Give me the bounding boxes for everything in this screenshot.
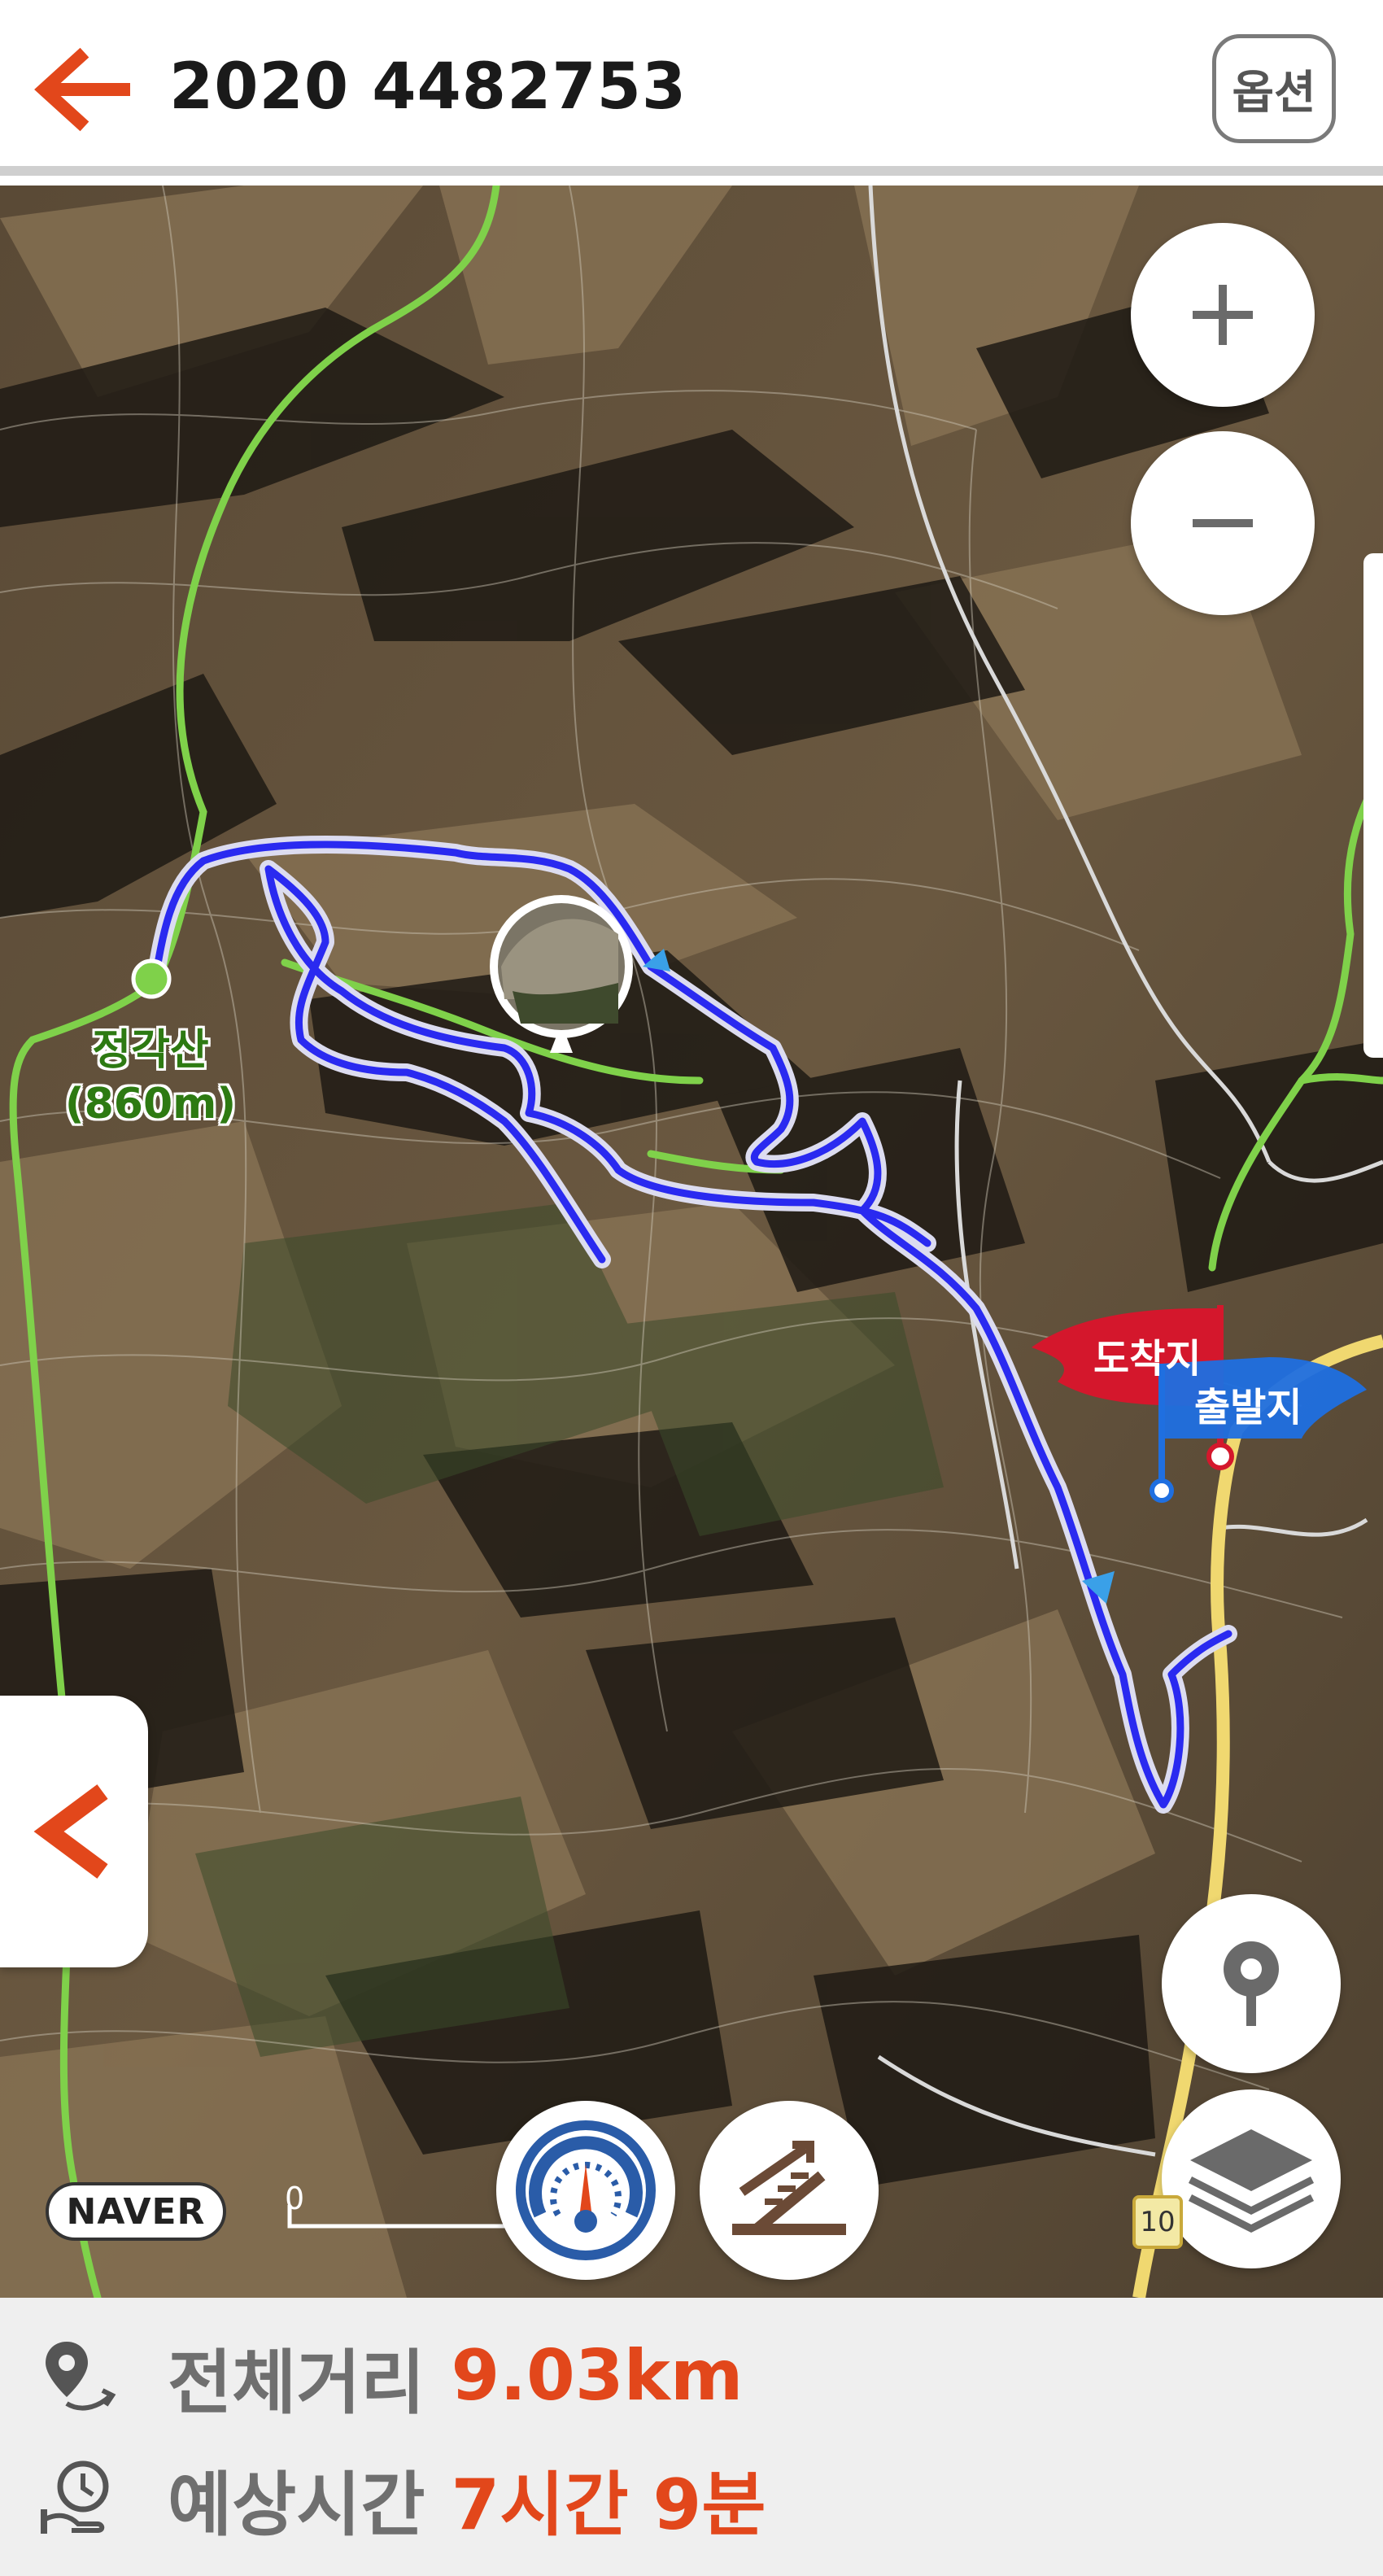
app-header: 2020 4482753 옵션 — [0, 0, 1383, 176]
slope-button[interactable] — [700, 2101, 879, 2280]
chevron-left-icon — [33, 1784, 108, 1879]
speed-button[interactable] — [496, 2101, 675, 2280]
naver-logo: NAVER — [46, 2182, 226, 2241]
speedometer-icon — [516, 2120, 656, 2260]
layers-icon — [1188, 2129, 1315, 2233]
right-panel-handle[interactable] — [1363, 553, 1383, 1058]
peak-elevation: (860m) — [64, 1080, 237, 1129]
track-title: 2020 4482753 — [169, 50, 687, 124]
time-label: 예상시간 — [168, 2464, 425, 2546]
back-button[interactable] — [23, 42, 137, 137]
distance-label: 전체거리 — [168, 2342, 425, 2424]
map-layers-button[interactable] — [1162, 2089, 1341, 2268]
distance-row: 전체거리 9.03km — [39, 2327, 743, 2425]
minus-icon — [1193, 519, 1253, 527]
zoom-out-button[interactable] — [1131, 431, 1315, 615]
back-arrow-icon — [34, 47, 130, 132]
map-view[interactable]: 도착지 출발지 정각산 (860m) NAVER 0 10 — [0, 186, 1383, 2298]
route-distance-icon — [46, 2342, 116, 2411]
scale-label: 0 — [285, 2181, 305, 2216]
options-button[interactable]: 옵션 — [1212, 34, 1336, 143]
distance-value: 9.03km — [451, 2335, 744, 2417]
side-panel-toggle[interactable] — [0, 1696, 148, 1967]
peak-name: 정각산 — [92, 1026, 209, 1075]
estimated-time-icon — [41, 2460, 109, 2534]
time-row: 예상시간 7시간 9분 — [39, 2449, 766, 2547]
map-pin-icon — [1224, 1941, 1279, 2026]
departure-flag-label: 출발지 — [1194, 1385, 1302, 1430]
peak-label: 정각산 (860m) — [33, 1024, 268, 1131]
zoom-in-button[interactable] — [1131, 223, 1315, 407]
time-value: 7시간 9분 — [451, 2464, 766, 2546]
slope-icon — [732, 2141, 846, 2235]
plus-icon — [1193, 285, 1253, 345]
road-number-badge: 10 — [1132, 2195, 1183, 2249]
current-location-button[interactable] — [1162, 1894, 1341, 2073]
arrival-flag-label: 도착지 — [1093, 1336, 1202, 1382]
